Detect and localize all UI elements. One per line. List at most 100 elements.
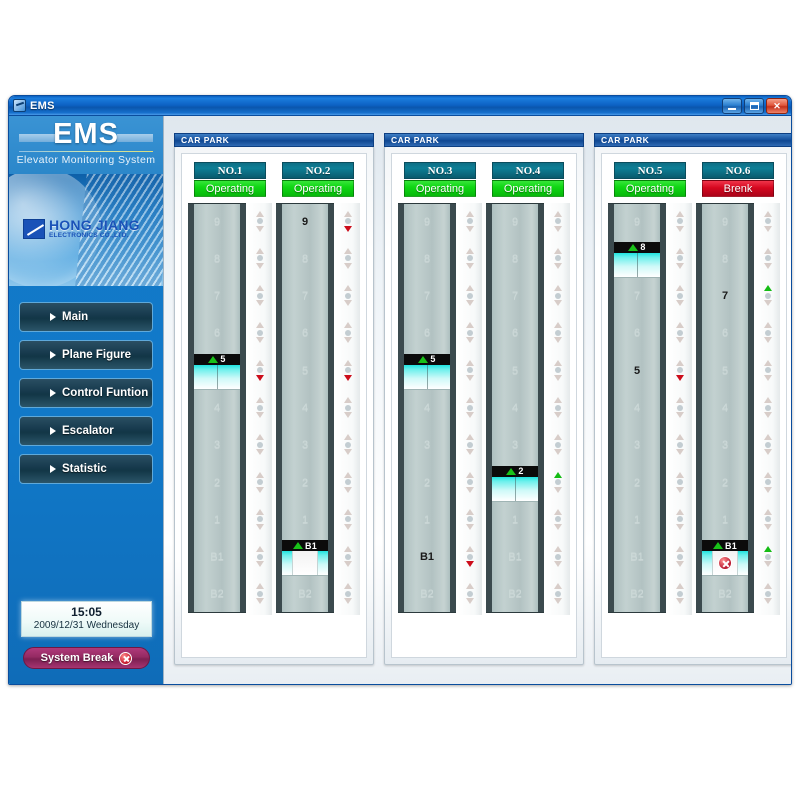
call-up-icon[interactable] [256, 471, 264, 478]
call-down-icon[interactable] [344, 486, 352, 493]
call-up-icon[interactable] [256, 583, 264, 590]
call-up-icon[interactable] [466, 583, 474, 590]
call-down-icon[interactable] [466, 412, 474, 418]
call-down-icon[interactable] [256, 374, 264, 381]
call-down-icon[interactable] [676, 561, 684, 568]
call-down-icon[interactable] [344, 523, 352, 530]
call-down-icon[interactable] [256, 412, 264, 418]
call-down-icon[interactable] [676, 300, 684, 307]
call-up-icon[interactable] [466, 397, 474, 403]
call-up-icon[interactable] [466, 546, 474, 553]
elevator-shaft[interactable]: 987654321B1B25 [398, 203, 456, 613]
call-up-icon[interactable] [764, 546, 772, 553]
call-down-icon[interactable] [344, 449, 352, 456]
call-down-icon[interactable] [764, 523, 772, 530]
call-down-icon[interactable] [256, 523, 264, 530]
call-up-icon[interactable] [466, 359, 474, 366]
call-up-icon[interactable] [554, 210, 562, 217]
call-down-icon[interactable] [554, 412, 562, 418]
call-up-icon[interactable] [466, 285, 474, 292]
sidebar-item-main[interactable]: Main [19, 302, 153, 332]
call-up-icon[interactable] [344, 471, 352, 478]
call-up-icon[interactable] [764, 397, 772, 403]
call-up-icon[interactable] [764, 210, 772, 217]
sidebar-item-plane-figure[interactable]: Plane Figure [19, 340, 153, 370]
call-down-icon[interactable] [676, 449, 684, 456]
call-up-icon[interactable] [554, 359, 562, 366]
call-down-icon[interactable] [764, 486, 772, 493]
call-up-icon[interactable] [676, 434, 684, 441]
call-down-icon[interactable] [764, 225, 772, 232]
call-down-icon[interactable] [764, 262, 772, 269]
call-up-icon[interactable] [764, 434, 772, 441]
call-up-icon[interactable] [554, 397, 562, 403]
call-up-icon[interactable] [676, 247, 684, 254]
call-up-icon[interactable] [466, 322, 474, 329]
elevator-shaft[interactable]: 987654321B1B28 [608, 203, 666, 613]
call-up-icon[interactable] [466, 508, 474, 515]
system-break-button[interactable]: System Break [23, 647, 150, 669]
call-down-icon[interactable] [554, 225, 562, 232]
elevator-shaft[interactable]: 987654321B1B2B1 [696, 203, 754, 613]
call-up-icon[interactable] [256, 285, 264, 292]
call-up-icon[interactable] [554, 285, 562, 292]
call-up-icon[interactable] [344, 508, 352, 515]
call-down-icon[interactable] [676, 337, 684, 344]
call-up-icon[interactable] [676, 322, 684, 329]
call-down-icon[interactable] [256, 449, 264, 456]
call-down-icon[interactable] [466, 523, 474, 530]
call-up-icon[interactable] [344, 322, 352, 329]
call-down-icon[interactable] [466, 300, 474, 307]
call-up-icon[interactable] [764, 471, 772, 478]
call-down-icon[interactable] [676, 598, 684, 605]
elevator-shaft[interactable]: 987654321B1B22 [486, 203, 544, 613]
call-down-icon[interactable] [554, 523, 562, 530]
call-down-icon[interactable] [676, 374, 684, 381]
call-up-icon[interactable] [554, 434, 562, 441]
call-up-icon[interactable] [764, 583, 772, 590]
call-down-icon[interactable] [554, 561, 562, 568]
call-up-icon[interactable] [344, 546, 352, 553]
call-up-icon[interactable] [466, 210, 474, 217]
sidebar-item-escalator[interactable]: Escalator [19, 416, 153, 446]
call-down-icon[interactable] [466, 337, 474, 344]
sidebar-item-statistic[interactable]: Statistic [19, 454, 153, 484]
call-up-icon[interactable] [256, 508, 264, 515]
elevator-shaft[interactable]: 987654321B1B25 [188, 203, 246, 613]
call-up-icon[interactable] [256, 322, 264, 329]
call-up-icon[interactable] [676, 471, 684, 478]
call-down-icon[interactable] [676, 523, 684, 530]
call-up-icon[interactable] [676, 285, 684, 292]
call-down-icon[interactable] [554, 262, 562, 269]
call-down-icon[interactable] [554, 374, 562, 381]
call-up-icon[interactable] [676, 508, 684, 515]
call-up-icon[interactable] [676, 583, 684, 590]
call-up-icon[interactable] [676, 397, 684, 403]
call-down-icon[interactable] [256, 300, 264, 307]
call-up-icon[interactable] [344, 210, 352, 217]
call-down-icon[interactable] [764, 412, 772, 418]
call-up-icon[interactable] [466, 471, 474, 478]
call-up-icon[interactable] [256, 546, 264, 553]
call-down-icon[interactable] [256, 598, 264, 605]
call-down-icon[interactable] [554, 337, 562, 344]
call-down-icon[interactable] [466, 561, 474, 568]
call-up-icon[interactable] [466, 434, 474, 441]
call-down-icon[interactable] [256, 262, 264, 269]
call-down-icon[interactable] [344, 300, 352, 307]
call-down-icon[interactable] [764, 374, 772, 381]
call-down-icon[interactable] [764, 598, 772, 605]
call-up-icon[interactable] [764, 359, 772, 366]
call-up-icon[interactable] [554, 322, 562, 329]
call-down-icon[interactable] [256, 486, 264, 493]
call-up-icon[interactable] [344, 285, 352, 292]
call-up-icon[interactable] [764, 285, 772, 292]
call-down-icon[interactable] [676, 412, 684, 418]
call-down-icon[interactable] [344, 262, 352, 269]
call-down-icon[interactable] [256, 337, 264, 344]
call-up-icon[interactable] [256, 397, 264, 403]
call-up-icon[interactable] [554, 583, 562, 590]
minimize-button[interactable] [722, 98, 742, 114]
maximize-button[interactable] [744, 98, 764, 114]
call-down-icon[interactable] [466, 486, 474, 493]
